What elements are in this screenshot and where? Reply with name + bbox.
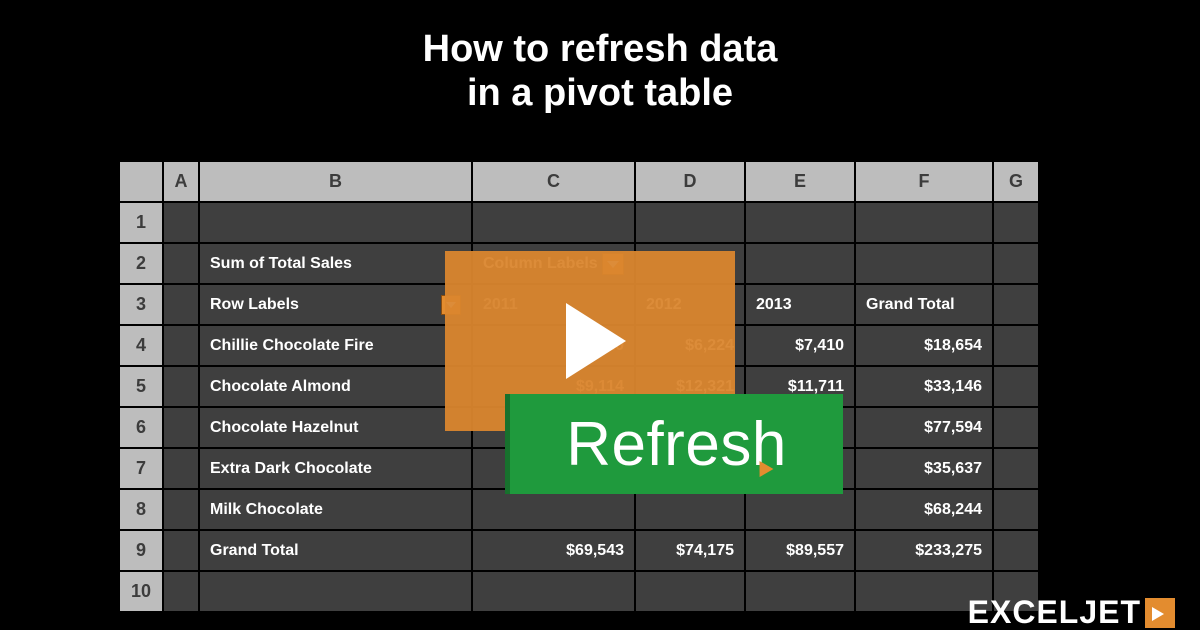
table-row: 8 Milk Chocolate $68,244 bbox=[119, 489, 1039, 530]
row-label[interactable]: Milk Chocolate bbox=[199, 489, 472, 530]
page-title: How to refresh data in a pivot table bbox=[0, 28, 1200, 115]
row-header-9[interactable]: 9 bbox=[119, 530, 163, 571]
cell[interactable] bbox=[993, 489, 1039, 530]
col-header-c[interactable]: C bbox=[472, 161, 635, 202]
corner-cell bbox=[119, 161, 163, 202]
cell[interactable] bbox=[993, 284, 1039, 325]
row-header-6[interactable]: 6 bbox=[119, 407, 163, 448]
cell[interactable] bbox=[855, 202, 993, 243]
cell[interactable] bbox=[993, 366, 1039, 407]
cell[interactable] bbox=[635, 202, 745, 243]
total-cell[interactable]: $74,175 bbox=[635, 530, 745, 571]
play-icon bbox=[566, 303, 626, 379]
refresh-button-graphic: Refresh bbox=[505, 394, 843, 494]
row-label[interactable]: Chocolate Hazelnut bbox=[199, 407, 472, 448]
cell[interactable] bbox=[163, 284, 199, 325]
cell[interactable] bbox=[855, 243, 993, 284]
cell[interactable] bbox=[993, 243, 1039, 284]
table-row: 1 bbox=[119, 202, 1039, 243]
value-cell[interactable] bbox=[745, 489, 855, 530]
cell[interactable] bbox=[635, 571, 745, 612]
row-labels-text: Row Labels bbox=[210, 296, 299, 314]
cell[interactable] bbox=[163, 448, 199, 489]
year-2013-header[interactable]: 2013 bbox=[745, 284, 855, 325]
table-row: 9 Grand Total $69,543 $74,175 $89,557 $2… bbox=[119, 530, 1039, 571]
value-cell[interactable]: $68,244 bbox=[855, 489, 993, 530]
col-header-a[interactable]: A bbox=[163, 161, 199, 202]
cell[interactable] bbox=[163, 530, 199, 571]
row-label[interactable]: Extra Dark Chocolate bbox=[199, 448, 472, 489]
row-header-2[interactable]: 2 bbox=[119, 243, 163, 284]
column-header-row: A B C D E F G bbox=[119, 161, 1039, 202]
row-header-7[interactable]: 7 bbox=[119, 448, 163, 489]
col-header-f[interactable]: F bbox=[855, 161, 993, 202]
row-header-1[interactable]: 1 bbox=[119, 202, 163, 243]
cell[interactable] bbox=[163, 571, 199, 612]
cell[interactable] bbox=[163, 202, 199, 243]
row-label[interactable]: Chocolate Almond bbox=[199, 366, 472, 407]
row-header-3[interactable]: 3 bbox=[119, 284, 163, 325]
logo-text: EXCELJET bbox=[968, 594, 1141, 630]
row-header-10[interactable]: 10 bbox=[119, 571, 163, 612]
grand-total-header[interactable]: Grand Total bbox=[855, 284, 993, 325]
cell[interactable] bbox=[745, 202, 855, 243]
cell[interactable] bbox=[472, 571, 635, 612]
cell[interactable] bbox=[993, 530, 1039, 571]
cell[interactable] bbox=[199, 571, 472, 612]
value-cell[interactable]: $77,594 bbox=[855, 407, 993, 448]
cell[interactable] bbox=[163, 489, 199, 530]
row-label[interactable]: Chillie Chocolate Fire bbox=[199, 325, 472, 366]
value-cell[interactable]: $35,637 bbox=[855, 448, 993, 489]
total-cell[interactable]: $89,557 bbox=[745, 530, 855, 571]
col-header-e[interactable]: E bbox=[745, 161, 855, 202]
row-header-5[interactable]: 5 bbox=[119, 366, 163, 407]
title-line-2: in a pivot table bbox=[467, 72, 733, 114]
cell[interactable] bbox=[163, 407, 199, 448]
cell[interactable] bbox=[163, 243, 199, 284]
cell[interactable] bbox=[745, 243, 855, 284]
value-cell[interactable]: $7,410 bbox=[745, 325, 855, 366]
cell[interactable] bbox=[993, 202, 1039, 243]
value-cell[interactable]: $33,146 bbox=[855, 366, 993, 407]
value-cell[interactable] bbox=[635, 489, 745, 530]
logo-icon bbox=[1145, 598, 1175, 628]
total-cell[interactable]: $69,543 bbox=[472, 530, 635, 571]
table-row: 10 bbox=[119, 571, 1039, 612]
value-cell[interactable]: $18,654 bbox=[855, 325, 993, 366]
value-cell[interactable] bbox=[472, 489, 635, 530]
col-header-b[interactable]: B bbox=[199, 161, 472, 202]
cell[interactable] bbox=[199, 202, 472, 243]
col-header-d[interactable]: D bbox=[635, 161, 745, 202]
row-header-4[interactable]: 4 bbox=[119, 325, 163, 366]
cell[interactable] bbox=[993, 407, 1039, 448]
cell[interactable] bbox=[472, 202, 635, 243]
cell[interactable] bbox=[993, 325, 1039, 366]
refresh-label: Refresh bbox=[566, 409, 787, 480]
row-labels-cell[interactable]: Row Labels bbox=[199, 284, 472, 325]
video-thumbnail[interactable]: How to refresh data in a pivot table A B… bbox=[0, 0, 1200, 630]
cell[interactable] bbox=[163, 366, 199, 407]
row-header-8[interactable]: 8 bbox=[119, 489, 163, 530]
sum-of-total-sales-label[interactable]: Sum of Total Sales bbox=[199, 243, 472, 284]
col-header-g[interactable]: G bbox=[993, 161, 1039, 202]
cell[interactable] bbox=[163, 325, 199, 366]
exceljet-logo: EXCELJET bbox=[968, 594, 1175, 630]
cell[interactable] bbox=[745, 571, 855, 612]
cell[interactable] bbox=[993, 448, 1039, 489]
total-cell[interactable]: $233,275 bbox=[855, 530, 993, 571]
grand-total-row-label[interactable]: Grand Total bbox=[199, 530, 472, 571]
title-line-1: How to refresh data bbox=[423, 28, 778, 70]
